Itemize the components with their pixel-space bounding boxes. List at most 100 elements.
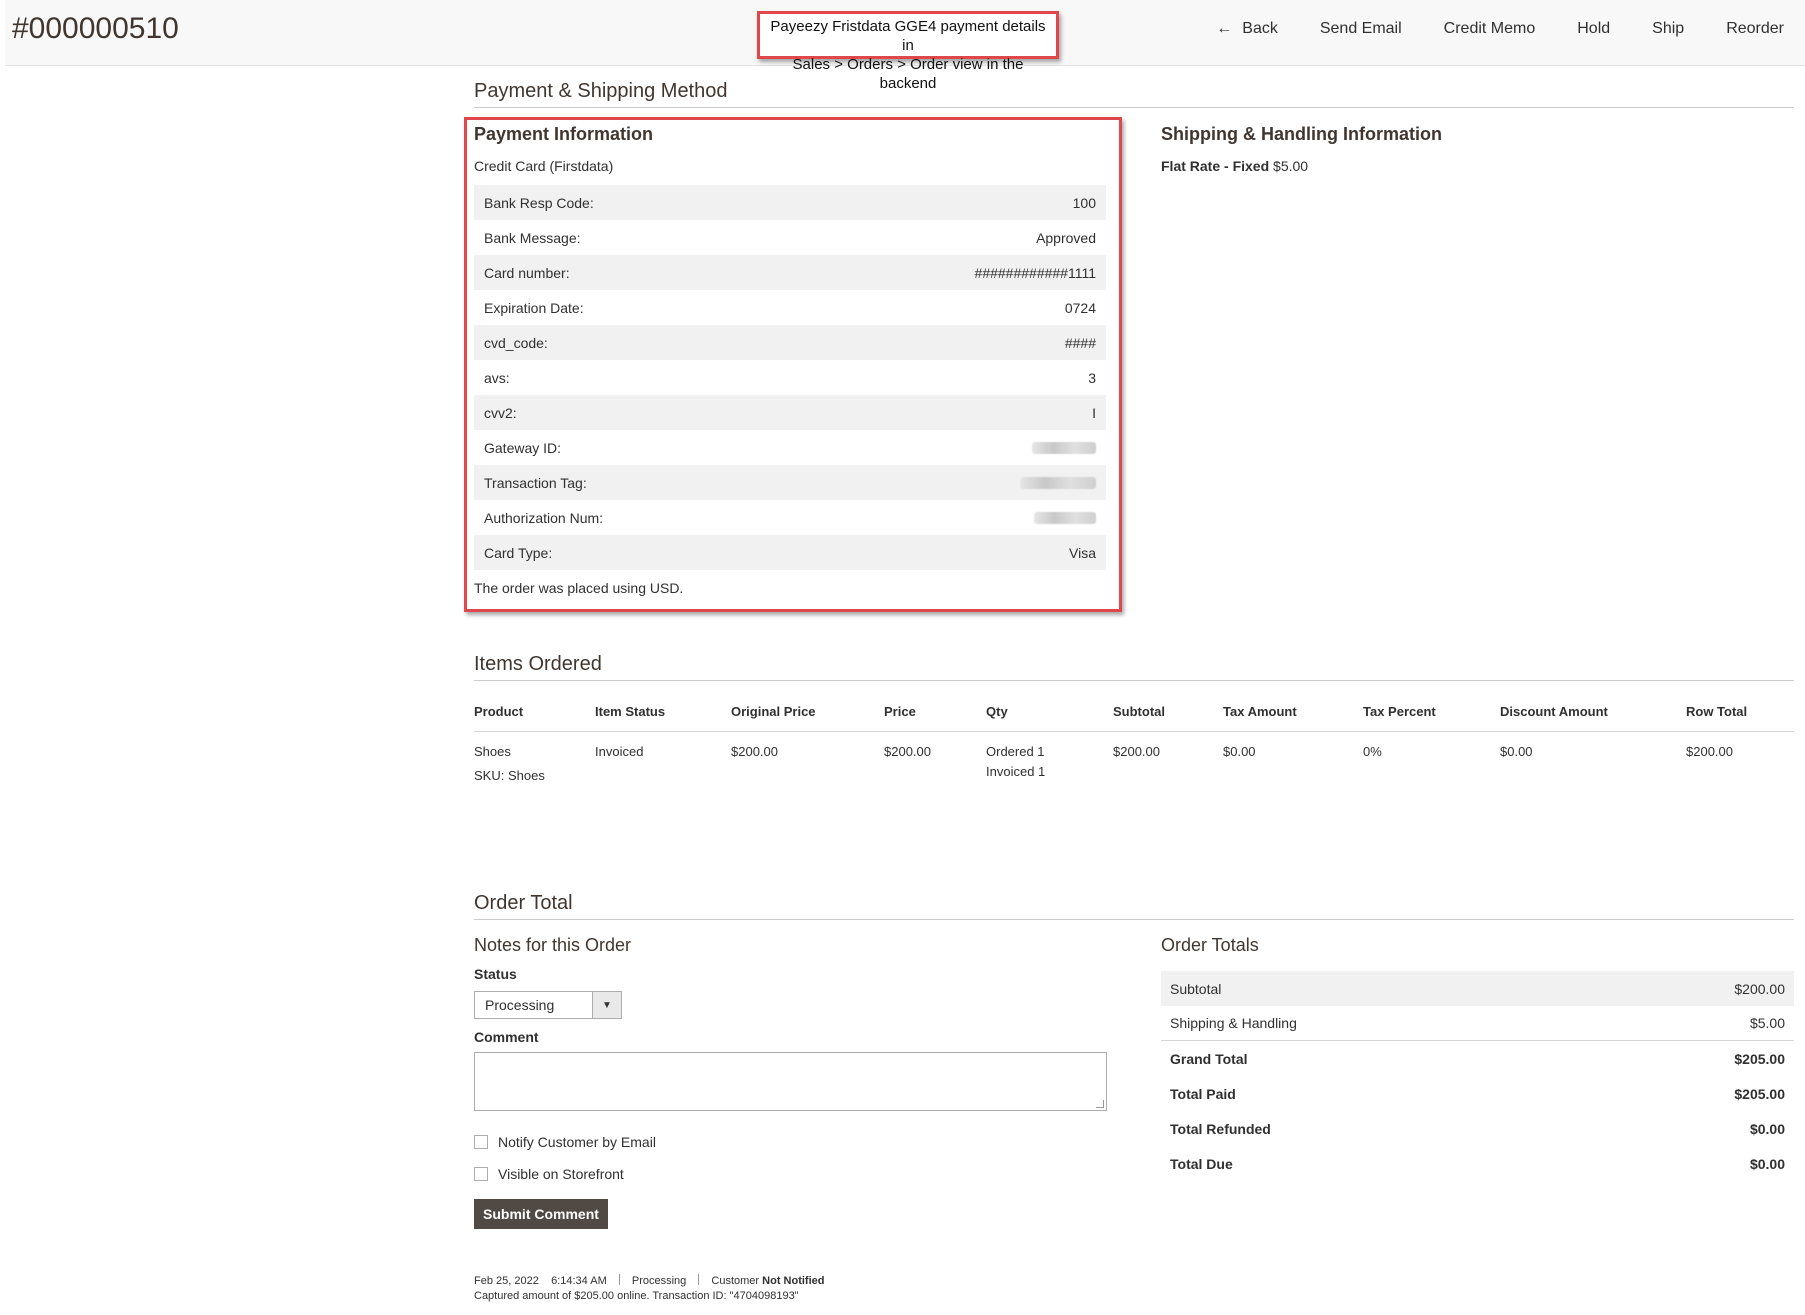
- payment-row-value: 3: [1088, 370, 1096, 386]
- qty-cell: Ordered 1 Invoiced 1: [986, 732, 1113, 787]
- page-actions: ← Back Send Email Credit Memo Hold Ship …: [1195, 18, 1805, 40]
- items-table-header: Product Item Status Original Price Price…: [474, 698, 1794, 732]
- back-button[interactable]: ← Back: [1195, 18, 1299, 40]
- notify-customer-option[interactable]: Notify Customer by Email: [474, 1134, 656, 1150]
- payment-row-label: cvv2:: [484, 405, 517, 421]
- payment-row: Authorization Num:: [474, 500, 1106, 535]
- items-ordered-section-title: Items Ordered: [474, 653, 602, 676]
- visible-storefront-option[interactable]: Visible on Storefront: [474, 1166, 624, 1182]
- column-header: Tax Amount: [1223, 698, 1363, 732]
- column-header: Discount Amount: [1500, 698, 1686, 732]
- comment-label: Comment: [474, 1029, 539, 1045]
- notify-customer-checkbox[interactable]: [474, 1135, 488, 1149]
- payment-row-label: Card Type:: [484, 545, 552, 561]
- comment-textarea[interactable]: [474, 1052, 1107, 1111]
- history-date: Feb 25, 2022: [474, 1275, 539, 1287]
- payment-row-label: cvd_code:: [484, 335, 548, 351]
- currency-note: The order was placed using USD.: [474, 580, 683, 596]
- price-cell: $200.00: [884, 732, 986, 787]
- totals-row-subtotal: Subtotal $200.00: [1161, 971, 1794, 1006]
- payment-shipping-section-title: Payment & Shipping Method: [474, 80, 728, 103]
- payment-row: Gateway ID:: [474, 430, 1106, 465]
- redacted-value: [1032, 442, 1096, 454]
- payment-row-label: Card number:: [484, 265, 570, 281]
- payment-row-value: I: [1092, 405, 1096, 421]
- totals-value: $200.00: [1734, 981, 1785, 997]
- totals-value: $5.00: [1750, 1015, 1785, 1031]
- order-totals-table: Subtotal $200.00 Shipping & Handling $5.…: [1161, 971, 1794, 1181]
- visible-storefront-label: Visible on Storefront: [498, 1166, 624, 1182]
- column-header: Original Price: [731, 698, 884, 732]
- payment-row: avs: 3: [474, 360, 1106, 395]
- payment-row-label: avs:: [484, 370, 510, 386]
- totals-value: $205.00: [1734, 1086, 1785, 1102]
- order-history-entry: Feb 25, 2022 6:14:34 AM Processing Custo…: [474, 1274, 824, 1304]
- order-total-section-title: Order Total: [474, 892, 573, 915]
- column-header: Price: [884, 698, 986, 732]
- send-email-button[interactable]: Send Email: [1299, 18, 1423, 40]
- product-sku: SKU: Shoes: [474, 766, 595, 786]
- payment-row-value: ####: [1065, 335, 1096, 351]
- hold-button[interactable]: Hold: [1556, 18, 1631, 40]
- notes-title: Notes for this Order: [474, 935, 631, 956]
- tax-amount-cell: $0.00: [1223, 732, 1363, 787]
- payment-row-label: Bank Message:: [484, 230, 581, 246]
- payment-row: Card Type: Visa: [474, 535, 1106, 570]
- status-select[interactable]: Processing ▼: [474, 991, 622, 1019]
- item-status-cell: Invoiced: [595, 732, 731, 787]
- shipping-information-title: Shipping & Handling Information: [1161, 124, 1442, 145]
- totals-row-shipping: Shipping & Handling $5.00: [1161, 1006, 1794, 1041]
- payment-row-label: Expiration Date:: [484, 300, 584, 316]
- divider: [619, 1274, 620, 1285]
- column-header: Product: [474, 698, 595, 732]
- payment-row: cvd_code: ####: [474, 325, 1106, 360]
- payment-row-value: 100: [1073, 195, 1096, 211]
- history-customer-notified: Not Notified: [762, 1275, 824, 1287]
- callout-line-2: Sales > Orders > Order view in the backe…: [766, 55, 1050, 93]
- totals-value: $0.00: [1750, 1121, 1785, 1137]
- callout-line-1: Payeezy Fristdata GGE4 payment details i…: [766, 17, 1050, 55]
- totals-label: Grand Total: [1170, 1051, 1248, 1067]
- divider: [698, 1274, 699, 1285]
- notify-customer-label: Notify Customer by Email: [498, 1134, 656, 1150]
- payment-information-title: Payment Information: [474, 124, 653, 145]
- totals-row-total-refunded: Total Refunded $0.00: [1161, 1111, 1794, 1146]
- redacted-value: [1034, 512, 1096, 524]
- shipping-method-price: $5.00: [1273, 158, 1308, 174]
- payment-row: cvv2: I: [474, 395, 1106, 430]
- discount-amount-cell: $0.00: [1500, 732, 1686, 787]
- ship-button[interactable]: Ship: [1631, 18, 1705, 40]
- submit-comment-button[interactable]: Submit Comment: [474, 1199, 608, 1229]
- shipping-method: Flat Rate - Fixed $5.00: [1161, 158, 1308, 174]
- totals-label: Subtotal: [1170, 981, 1221, 997]
- column-header: Subtotal: [1113, 698, 1223, 732]
- column-header: Item Status: [595, 698, 731, 732]
- qty-invoiced: Invoiced 1: [986, 762, 1113, 782]
- totals-row-total-paid: Total Paid $205.00: [1161, 1076, 1794, 1111]
- history-comment: Captured amount of $205.00 online. Trans…: [474, 1289, 824, 1304]
- payment-row-label: Gateway ID:: [484, 440, 561, 456]
- subtotal-cell: $200.00: [1113, 732, 1223, 787]
- payment-row-label: Transaction Tag:: [484, 475, 587, 491]
- payment-row: Expiration Date: 0724: [474, 290, 1106, 325]
- history-customer-label: Customer: [711, 1275, 759, 1287]
- page-header: #000000510 Payeezy Fristdata GGE4 paymen…: [5, 0, 1805, 66]
- payment-row-label: Bank Resp Code:: [484, 195, 594, 211]
- qty-ordered: Ordered 1: [986, 742, 1113, 762]
- reorder-button[interactable]: Reorder: [1705, 18, 1805, 40]
- payment-details-table: Bank Resp Code: 100 Bank Message: Approv…: [474, 185, 1106, 570]
- column-header: Row Total: [1686, 698, 1794, 732]
- credit-memo-button[interactable]: Credit Memo: [1423, 18, 1557, 40]
- items-ordered-table: Product Item Status Original Price Price…: [474, 698, 1794, 786]
- payment-row-value: ############1111: [975, 265, 1096, 281]
- history-meta: Feb 25, 2022 6:14:34 AM Processing Custo…: [474, 1274, 824, 1289]
- annotation-callout: Payeezy Fristdata GGE4 payment details i…: [757, 11, 1059, 59]
- payment-row: Transaction Tag:: [474, 465, 1106, 500]
- totals-value: $0.00: [1750, 1156, 1785, 1172]
- order-totals-title: Order Totals: [1161, 935, 1259, 956]
- resize-handle-icon[interactable]: [1096, 1100, 1104, 1108]
- section-divider: [474, 107, 1794, 108]
- visible-storefront-checkbox[interactable]: [474, 1167, 488, 1181]
- order-view-page: #000000510 Payeezy Fristdata GGE4 paymen…: [0, 0, 1805, 1315]
- history-status: Processing: [632, 1275, 686, 1287]
